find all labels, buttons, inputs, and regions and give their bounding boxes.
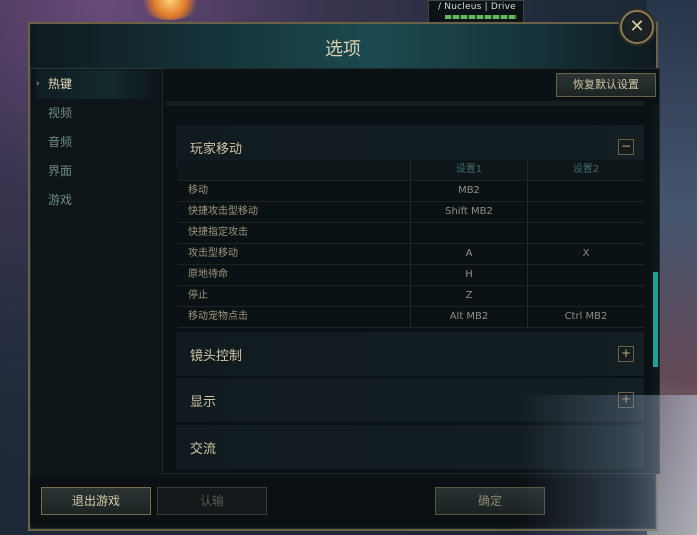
- section-title: 交流: [190, 442, 217, 457]
- active-arrow-icon: ›: [36, 79, 40, 89]
- action-label: 原地待命: [188, 269, 228, 280]
- table-row: 移动宠物点击 Alt MB2 Ctrl MB2: [178, 307, 644, 328]
- background-glow: [140, 0, 200, 20]
- section-title: 显示: [190, 395, 217, 410]
- keybind-slot-1[interactable]: MB2: [410, 181, 527, 201]
- keybind-slot-2[interactable]: X: [527, 244, 644, 264]
- sidebar-item-label: 热键: [48, 77, 73, 91]
- keybind-slot-2[interactable]: [527, 265, 644, 285]
- close-button[interactable]: ✕: [620, 10, 654, 44]
- table-row: 移动 MB2: [178, 181, 644, 202]
- table-row: 快捷指定攻击: [178, 223, 644, 244]
- expand-icon[interactable]: +: [618, 346, 634, 362]
- hotkeys-content: 玩家移动 − 设置1 设置2 移动 MB2 快捷攻击型移动 Shift MB2 …: [166, 107, 644, 472]
- sidebar-item-label: 视频: [48, 106, 73, 120]
- section-title: 镜头控制: [190, 349, 243, 364]
- panel-divider: [166, 101, 644, 106]
- table-row: 原地待命 H: [178, 265, 644, 286]
- keybind-slot-1[interactable]: Z: [410, 286, 527, 306]
- keybind-slot-1[interactable]: Alt MB2: [410, 307, 527, 327]
- sidebar-item-interface[interactable]: 界面: [36, 157, 160, 186]
- sidebar-item-label: 游戏: [48, 193, 73, 207]
- sidebar-item-hotkeys[interactable]: › 热键: [36, 70, 160, 99]
- scrollbar-thumb[interactable]: [653, 272, 658, 367]
- restore-defaults-button[interactable]: 恢复默认设置: [556, 73, 656, 97]
- section-communication[interactable]: 交流: [176, 425, 644, 469]
- keybind-slot-1[interactable]: H: [410, 265, 527, 285]
- expand-icon[interactable]: +: [618, 392, 634, 408]
- table-header-row: 设置1 设置2: [178, 160, 644, 181]
- surrender-button[interactable]: 认输: [157, 487, 267, 515]
- sidebar-item-label: 界面: [48, 164, 73, 178]
- sidebar-item-game[interactable]: 游戏: [36, 186, 160, 215]
- keybind-slot-1[interactable]: [410, 223, 527, 243]
- close-icon: ✕: [629, 16, 645, 37]
- ok-button[interactable]: 确定: [435, 487, 545, 515]
- hud-player-label: / Nucleus | Drive: [438, 2, 516, 12]
- quit-game-button[interactable]: 退出游戏: [41, 487, 151, 515]
- column-header-setting2: 设置2: [527, 160, 644, 180]
- table-row: 停止 Z: [178, 286, 644, 307]
- sidebar-item-audio[interactable]: 音频: [36, 128, 160, 157]
- action-label: 快捷指定攻击: [188, 227, 248, 238]
- keybind-slot-2[interactable]: [527, 181, 644, 201]
- sidebar-item-label: 音频: [48, 135, 73, 149]
- keybind-slot-1[interactable]: A: [410, 244, 527, 264]
- section-display[interactable]: 显示 +: [176, 378, 644, 422]
- hud-health-bar: [445, 15, 517, 19]
- hotkey-table: 设置1 设置2 移动 MB2 快捷攻击型移动 Shift MB2 快捷指定攻击 …: [178, 160, 644, 328]
- table-row: 快捷攻击型移动 Shift MB2: [178, 202, 644, 223]
- table-row: 攻击型移动 A X: [178, 244, 644, 265]
- keybind-slot-2[interactable]: [527, 286, 644, 306]
- action-label: 快捷攻击型移动: [188, 206, 258, 217]
- dialog-title: 选项: [325, 39, 361, 60]
- collapse-icon[interactable]: −: [618, 139, 634, 155]
- section-camera-control[interactable]: 镜头控制 +: [176, 332, 644, 376]
- action-label: 移动宠物点击: [188, 311, 248, 322]
- action-label: 停止: [188, 290, 208, 301]
- sidebar-item-video[interactable]: 视频: [36, 99, 160, 128]
- keybind-slot-2[interactable]: Ctrl MB2: [527, 307, 644, 327]
- dialog-header: 选项: [30, 24, 656, 69]
- section-title: 玩家移动: [190, 142, 243, 157]
- column-header-setting1: 设置1: [410, 160, 527, 180]
- keybind-slot-1[interactable]: Shift MB2: [410, 202, 527, 222]
- options-sidebar: › 热键 视频 音频 界面 游戏: [36, 70, 160, 215]
- column-header: [188, 160, 408, 180]
- action-label: 移动: [188, 185, 208, 196]
- keybind-slot-2[interactable]: [527, 202, 644, 222]
- action-label: 攻击型移动: [188, 248, 238, 259]
- keybind-slot-2[interactable]: [527, 223, 644, 243]
